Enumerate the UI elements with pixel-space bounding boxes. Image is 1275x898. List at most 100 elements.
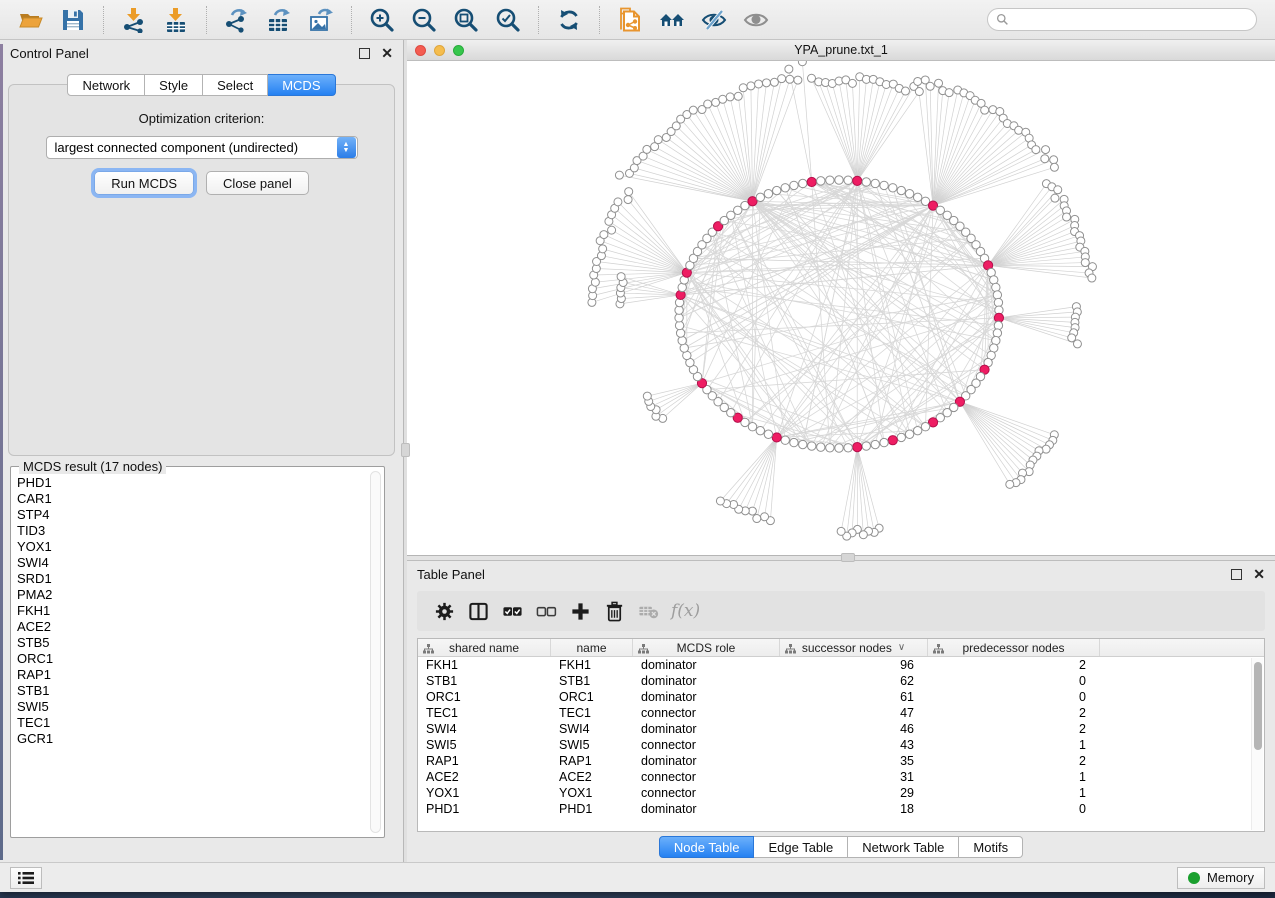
table-row[interactable]: PHD1PHD1dominator180 bbox=[418, 801, 1264, 817]
zoom-fit-button[interactable] bbox=[448, 4, 484, 36]
mcds-list-scrollbar[interactable] bbox=[370, 471, 381, 833]
export-image-button[interactable] bbox=[303, 4, 339, 36]
table-row[interactable]: YOX1YOX1connector291 bbox=[418, 785, 1264, 801]
tab-network-table[interactable]: Network Table bbox=[848, 836, 959, 858]
criterion-dropdown[interactable]: largest connected component (undirected)… bbox=[46, 136, 358, 159]
mcds-result-item[interactable]: RAP1 bbox=[17, 667, 368, 683]
tab-mcds[interactable]: MCDS bbox=[268, 74, 335, 96]
column-label: successor nodes bbox=[802, 641, 892, 655]
mcds-result-item[interactable]: ACE2 bbox=[17, 619, 368, 635]
column-header-MCDS-role[interactable]: MCDS role bbox=[633, 639, 780, 656]
table-scrollbar[interactable] bbox=[1251, 658, 1263, 830]
toolbar-separator bbox=[538, 6, 539, 34]
open-session-button[interactable] bbox=[13, 4, 49, 36]
tab-network[interactable]: Network bbox=[67, 74, 145, 96]
import-table-button[interactable] bbox=[158, 4, 194, 36]
save-session-button[interactable] bbox=[55, 4, 91, 36]
apply-layout-button[interactable] bbox=[551, 4, 587, 36]
add-column-button[interactable] bbox=[563, 596, 597, 626]
mcds-result-item[interactable]: TEC1 bbox=[17, 715, 368, 731]
close-panel-icon[interactable]: ✕ bbox=[1253, 569, 1265, 580]
network-canvas[interactable] bbox=[407, 61, 1275, 555]
hide-selected-button[interactable] bbox=[696, 4, 732, 36]
float-panel-icon[interactable] bbox=[359, 48, 370, 59]
table-row[interactable]: SWI5SWI5connector431 bbox=[418, 737, 1264, 753]
table-row[interactable]: TEC1TEC1connector472 bbox=[418, 705, 1264, 721]
show-columns-button[interactable] bbox=[461, 596, 495, 626]
import-network-icon bbox=[121, 7, 147, 33]
import-table-icon bbox=[163, 7, 189, 33]
show-all-button[interactable] bbox=[738, 4, 774, 36]
column-header-name[interactable]: name bbox=[551, 639, 633, 656]
mcds-result-item[interactable]: SRD1 bbox=[17, 571, 368, 587]
zoom-in-button[interactable] bbox=[364, 4, 400, 36]
task-history-button[interactable] bbox=[10, 867, 42, 889]
table-cell: dominator bbox=[633, 657, 780, 673]
panel-splitter[interactable] bbox=[403, 40, 407, 862]
mcds-result-item[interactable]: STB1 bbox=[17, 683, 368, 699]
mcds-result-item[interactable]: ORC1 bbox=[17, 651, 368, 667]
table-row[interactable]: ACE2ACE2connector311 bbox=[418, 769, 1264, 785]
tab-style[interactable]: Style bbox=[145, 74, 203, 96]
toolbar-separator bbox=[206, 6, 207, 34]
tab-edge-table[interactable]: Edge Table bbox=[754, 836, 848, 858]
tab-node-table[interactable]: Node Table bbox=[659, 836, 755, 858]
table-cell: YOX1 bbox=[551, 785, 633, 801]
first-neighbors-button[interactable] bbox=[654, 4, 690, 36]
column-label: predecessor nodes bbox=[962, 641, 1064, 655]
close-panel-button[interactable]: Close panel bbox=[206, 171, 309, 195]
delete-column-button[interactable] bbox=[597, 596, 631, 626]
close-panel-icon[interactable]: ✕ bbox=[381, 48, 393, 59]
table-settings-button[interactable] bbox=[427, 596, 461, 626]
tab-motifs[interactable]: Motifs bbox=[959, 836, 1023, 858]
mcds-result-item[interactable]: FKH1 bbox=[17, 603, 368, 619]
table-row[interactable]: SWI4SWI4dominator462 bbox=[418, 721, 1264, 737]
mcds-result-item[interactable]: YOX1 bbox=[17, 539, 368, 555]
mcds-result-item[interactable]: SWI4 bbox=[17, 555, 368, 571]
save-session-icon bbox=[60, 7, 86, 33]
search-input[interactable] bbox=[1014, 13, 1248, 27]
mcds-result-item[interactable]: TID3 bbox=[17, 523, 368, 539]
deselect-all-button[interactable] bbox=[529, 596, 563, 626]
select-all-button[interactable] bbox=[495, 596, 529, 626]
table-cell: 29 bbox=[780, 785, 928, 801]
column-header-shared-name[interactable]: shared name bbox=[418, 639, 551, 656]
table-row[interactable]: ORC1ORC1dominator610 bbox=[418, 689, 1264, 705]
network-window-titlebar: YPA_prune.txt_1 bbox=[407, 40, 1275, 61]
table-cell: FKH1 bbox=[418, 657, 551, 673]
table-row[interactable]: RAP1RAP1dominator352 bbox=[418, 753, 1264, 769]
apply-layout-icon bbox=[556, 7, 582, 33]
table-cell: 1 bbox=[928, 737, 1100, 753]
memory-button[interactable]: Memory bbox=[1177, 867, 1265, 889]
export-table-button[interactable] bbox=[261, 4, 297, 36]
mcds-result-item[interactable]: CAR1 bbox=[17, 491, 368, 507]
table-cell: RAP1 bbox=[551, 753, 633, 769]
table-splitter[interactable] bbox=[407, 556, 1275, 561]
column-header-predecessor-nodes[interactable]: predecessor nodes bbox=[928, 639, 1100, 656]
search-field[interactable] bbox=[987, 8, 1257, 31]
function-builder-button[interactable]: f(x) bbox=[671, 601, 700, 621]
mcds-result-item[interactable]: STP4 bbox=[17, 507, 368, 523]
run-mcds-button[interactable]: Run MCDS bbox=[94, 171, 194, 195]
control-panel: Control Panel ✕ NetworkStyleSelectMCDS O… bbox=[0, 40, 403, 862]
zoom-selected-button[interactable] bbox=[490, 4, 526, 36]
float-panel-icon[interactable] bbox=[1231, 569, 1242, 580]
tab-select[interactable]: Select bbox=[203, 74, 268, 96]
mcds-result-item[interactable]: PMA2 bbox=[17, 587, 368, 603]
column-header-successor-nodes[interactable]: successor nodes∨ bbox=[780, 639, 928, 656]
mcds-result-list[interactable]: PHD1CAR1STP4TID3YOX1SWI4SRD1PMA2FKH1ACE2… bbox=[17, 475, 368, 833]
mcds-result-item[interactable]: SWI5 bbox=[17, 699, 368, 715]
import-network-button[interactable] bbox=[116, 4, 152, 36]
table-cell: PHD1 bbox=[418, 801, 551, 817]
export-network-button[interactable] bbox=[219, 4, 255, 36]
mcds-result-item[interactable]: STB5 bbox=[17, 635, 368, 651]
table-row[interactable]: STB1STB1dominator620 bbox=[418, 673, 1264, 689]
table-row[interactable]: FKH1FKH1dominator962 bbox=[418, 657, 1264, 673]
table-cell: 61 bbox=[780, 689, 928, 705]
mcds-result-item[interactable]: PHD1 bbox=[17, 475, 368, 491]
clear-table-button[interactable] bbox=[631, 596, 665, 626]
mcds-result-item[interactable]: GCR1 bbox=[17, 731, 368, 747]
zoom-out-button[interactable] bbox=[406, 4, 442, 36]
new-network-from-selection-button[interactable] bbox=[612, 4, 648, 36]
table-header-row: shared namenameMCDS rolesuccessor nodes∨… bbox=[418, 639, 1264, 657]
